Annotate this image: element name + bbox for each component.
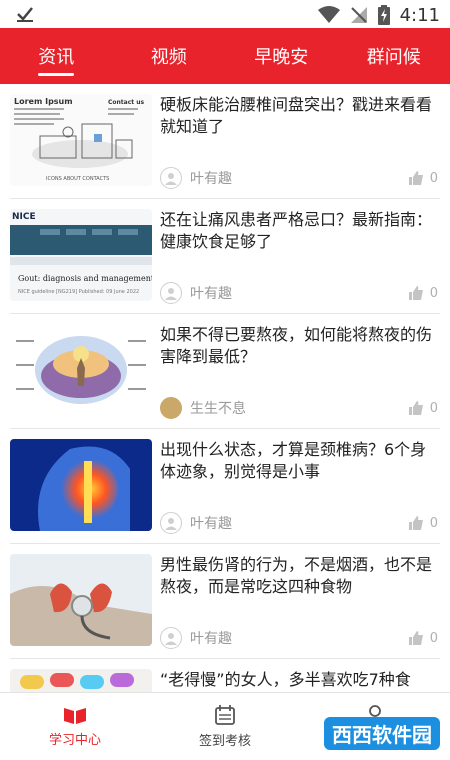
calendar-icon (215, 705, 235, 725)
battery-charging-icon (377, 5, 390, 25)
article-author: 叶有趣 (190, 171, 232, 187)
like-button[interactable]: 0 (408, 511, 438, 535)
article-title[interactable]: 还在让痛风患者严格忌口？最新指南：健康饮食足够了 (160, 209, 438, 253)
avatar-icon (160, 512, 182, 534)
thumbs-up-icon (408, 286, 423, 300)
article-thumbnail (10, 554, 152, 646)
article-thumbnail (10, 669, 152, 692)
avatar-icon (160, 627, 182, 649)
article-title[interactable]: 出现什么状态，才算是颈椎病？6个身体迹象，别觉得是小事 (160, 439, 438, 483)
thumbs-up-icon (408, 171, 423, 185)
svg-text:NICE guideline [NG219] Publi: NICE guideline [NG219] Published: 09 Jun… (18, 289, 139, 295)
thumbs-up-icon (408, 516, 423, 530)
tab-group-greeting[interactable]: 群问候 (338, 28, 450, 84)
avatar-icon (160, 167, 182, 189)
article-author: 生生不息 (190, 401, 246, 417)
article-title[interactable]: 硬板床能治腰椎间盘突出？戳进来看看就知道了 (160, 94, 438, 138)
like-button[interactable]: 0 (408, 281, 438, 305)
article-item[interactable]: “老得慢”的女人，多半喜欢吃7种食 (10, 659, 440, 692)
status-time: 4:11 (399, 4, 440, 26)
like-count: 0 (429, 285, 438, 301)
book-icon (64, 708, 86, 724)
svg-text:Lorem Ipsum: Lorem Ipsum (14, 97, 73, 106)
article-item[interactable]: 出现什么状态，才算是颈椎病？6个身体迹象，别觉得是小事 叶有趣 0 (10, 429, 440, 544)
article-thumbnail: Lorem Ipsum Contact us ICONS ABOUT CONTA… (10, 94, 152, 186)
article-item[interactable]: Lorem Ipsum Contact us ICONS ABOUT CONTA… (10, 84, 440, 199)
like-button[interactable]: 0 (408, 396, 438, 420)
like-count: 0 (429, 515, 438, 531)
nav-study-center[interactable]: 学习中心 (0, 693, 150, 760)
top-tab-bar: 资讯 视频 早晚安 群问候 (0, 28, 450, 84)
tab-video[interactable]: 视频 (113, 28, 226, 84)
article-title[interactable]: 男性最伤肾的行为，不是烟酒，也不是熬夜，而是常吃这四种食物 (160, 554, 438, 598)
like-button[interactable]: 0 (408, 166, 438, 190)
article-author: 叶有趣 (190, 631, 232, 647)
watermark-logo: 西西软件园 (324, 717, 440, 750)
article-title[interactable]: “老得慢”的女人，多半喜欢吃7种食 (160, 669, 438, 691)
article-author: 叶有趣 (190, 286, 232, 302)
thumbs-up-icon (408, 631, 423, 645)
article-title[interactable]: 如果不得已要熬夜，如何能将熬夜的伤害降到最低？ (160, 324, 438, 368)
nav-label: 学习中心 (48, 733, 101, 748)
tab-morning-evening[interactable]: 早晚安 (225, 28, 338, 84)
article-feed[interactable]: Lorem Ipsum Contact us ICONS ABOUT CONTA… (0, 84, 450, 692)
article-thumbnail (10, 439, 152, 531)
avatar-icon (160, 282, 182, 304)
status-bar: 4:11 (0, 0, 450, 28)
article-item[interactable]: 如果不得已要熬夜，如何能将熬夜的伤害降到最低？ 生生不息 0 (10, 314, 440, 429)
like-button[interactable]: 0 (408, 626, 438, 650)
article-author: 叶有趣 (190, 516, 232, 532)
svg-text:Gout: diagnosis and management: Gout: diagnosis and management (18, 274, 152, 283)
like-count: 0 (429, 400, 438, 416)
like-count: 0 (429, 630, 438, 646)
thumbs-up-icon (408, 401, 423, 415)
check-icon (17, 7, 33, 22)
bottom-navigation: 学习中心 签到考核 我的 西西软件园 (0, 692, 450, 760)
no-signal-icon (350, 7, 367, 23)
article-item[interactable]: 男性最伤肾的行为，不是烟酒，也不是熬夜，而是常吃这四种食物 叶有趣 0 (10, 544, 440, 659)
svg-text:Contact us: Contact us (108, 99, 144, 106)
like-count: 0 (429, 170, 438, 186)
svg-text:ICONS ABOUT CONTACTS: ICONS ABOUT CONTACTS (46, 176, 109, 182)
avatar-image (160, 397, 182, 419)
nav-checkin-assessment[interactable]: 签到考核 (150, 693, 300, 760)
wifi-icon (317, 6, 340, 23)
article-thumbnail: NICE Gout: diagnosis and management NICE… (10, 209, 152, 301)
svg-text:NICE: NICE (12, 212, 36, 222)
article-thumbnail (10, 324, 152, 416)
nav-label: 签到考核 (198, 734, 251, 749)
article-item[interactable]: NICE Gout: diagnosis and management NICE… (10, 199, 440, 314)
tab-news[interactable]: 资讯 (0, 28, 113, 84)
